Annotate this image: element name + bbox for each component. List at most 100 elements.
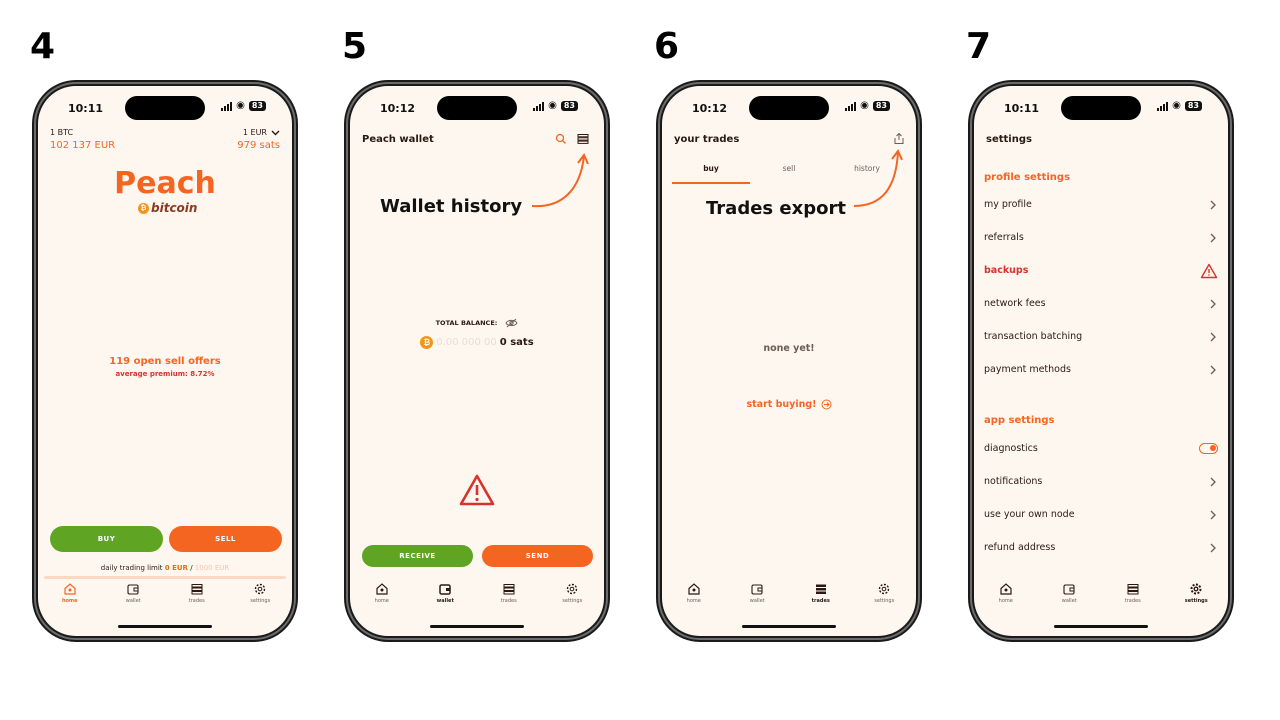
signal-icon xyxy=(221,101,233,111)
tab-settings[interactable]: settings xyxy=(859,582,909,616)
tab-wallet[interactable]: wallet xyxy=(420,582,470,616)
wifi-icon: ◉ xyxy=(860,100,869,111)
tab-trades[interactable]: trades xyxy=(484,582,534,616)
page-title: Peach wallet xyxy=(362,134,434,145)
tab-trades[interactable]: trades xyxy=(796,582,846,616)
step-number: 6 xyxy=(654,26,680,67)
settings-row-transaction-batching[interactable]: transaction batching xyxy=(984,320,1218,353)
open-offers: 119 open sell offers xyxy=(109,356,221,367)
tab-wallet[interactable]: wallet xyxy=(108,582,158,616)
limit-progress-bar xyxy=(44,576,286,579)
search-icon[interactable] xyxy=(555,133,567,145)
wallet-icon xyxy=(751,584,763,595)
gear-icon xyxy=(255,583,266,595)
tab-settings[interactable]: settings xyxy=(235,582,285,616)
step-number: 7 xyxy=(966,26,992,67)
sell-button[interactable]: SELL xyxy=(169,526,282,552)
settings-row-notifications[interactable]: notifications xyxy=(984,465,1218,498)
tab-trades[interactable]: trades xyxy=(172,582,222,616)
signal-icon xyxy=(533,101,545,111)
settings-row-network-fees[interactable]: network fees xyxy=(984,287,1218,320)
step-number: 5 xyxy=(342,26,368,67)
empty-state: none yet! xyxy=(763,343,815,354)
balance-value: 0 sats xyxy=(499,337,534,348)
buy-button[interactable]: BUY xyxy=(50,526,163,552)
diagnostics-toggle[interactable] xyxy=(1199,443,1218,454)
home-indicator xyxy=(430,625,524,628)
annotation-trades-export: Trades export xyxy=(706,198,846,219)
settings-row-own-node[interactable]: use your own node xyxy=(984,498,1218,531)
settings-row-my-profile[interactable]: my profile xyxy=(984,188,1218,221)
status-time: 10:12 xyxy=(380,102,416,115)
battery-icon: 83 xyxy=(1184,101,1202,111)
signal-icon xyxy=(1157,101,1169,111)
wallet-icon xyxy=(1063,584,1075,595)
eur-unit: 1 EUR xyxy=(242,128,267,137)
total-balance-label: TOTAL BALANCE: xyxy=(435,319,498,327)
btc-unit: 1 BTC xyxy=(50,128,74,137)
dynamic-island xyxy=(125,96,205,120)
status-icons: ◉ 83 xyxy=(845,101,890,111)
trades-icon xyxy=(191,584,203,595)
panel-wallet: 5 10:12 ◉ 83 Peach wallet Wallet history… xyxy=(342,0,622,720)
total-balance-row: TOTAL BALANCE: xyxy=(350,318,604,328)
section-app-settings: app settings xyxy=(984,415,1055,426)
status-time: 10:11 xyxy=(1004,102,1040,115)
home-icon xyxy=(64,583,76,595)
warning-icon xyxy=(1200,263,1218,278)
start-buying-link[interactable]: start buying! xyxy=(662,399,916,410)
warning-icon[interactable] xyxy=(458,473,496,507)
tab-wallet[interactable]: wallet xyxy=(732,582,782,616)
daily-limit: daily trading limit 0 EUR / 1000 EUR xyxy=(100,564,230,572)
tab-buy[interactable]: buy xyxy=(672,164,750,184)
settings-row-payment-methods[interactable]: payment methods xyxy=(984,353,1218,386)
balance-amount: ₿ 0.00 000 00 0 sats xyxy=(350,336,604,349)
tab-settings[interactable]: settings xyxy=(1171,582,1221,616)
gear-icon xyxy=(1190,583,1202,595)
tab-settings[interactable]: settings xyxy=(547,582,597,616)
gear-icon xyxy=(879,583,890,595)
tab-bar: home wallet trades settings xyxy=(662,582,916,616)
balance-placeholder: 0.00 000 00 xyxy=(436,337,497,348)
eur-sats: 979 sats xyxy=(237,140,280,151)
tab-wallet[interactable]: wallet xyxy=(1044,582,1094,616)
settings-row-backups[interactable]: backups xyxy=(984,254,1218,287)
settings-row-diagnostics[interactable]: diagnostics xyxy=(984,432,1218,465)
status-time: 10:12 xyxy=(692,102,728,115)
receive-button[interactable]: RECEIVE xyxy=(362,545,473,567)
tab-trades[interactable]: trades xyxy=(1108,582,1158,616)
settings-row-refund-address[interactable]: refund address xyxy=(984,531,1218,564)
chevron-right-icon xyxy=(1210,200,1216,209)
wallet-history-icon[interactable] xyxy=(577,133,589,145)
home-indicator xyxy=(742,625,836,628)
signal-icon xyxy=(845,101,857,111)
panel-settings: 7 10:11 ◉ 83 settings profile settings m… xyxy=(966,0,1246,720)
home-screen: 10:11 ◉ 83 1 BTC 102 137 EUR 1 EUR 979 s… xyxy=(38,86,292,636)
panel-trades: 6 10:12 ◉ 83 your trades buy sell histor… xyxy=(654,0,934,720)
tab-home[interactable]: home xyxy=(981,582,1031,616)
status-time: 10:11 xyxy=(68,102,104,115)
gear-icon xyxy=(567,583,578,595)
eye-off-icon[interactable] xyxy=(505,318,518,328)
chevron-right-icon xyxy=(1210,233,1216,242)
chevron-down-icon xyxy=(271,130,280,135)
tab-home[interactable]: home xyxy=(357,582,407,616)
settings-screen: 10:11 ◉ 83 settings profile settings my … xyxy=(974,86,1228,636)
trades-icon xyxy=(1127,584,1139,595)
tab-home[interactable]: home xyxy=(669,582,719,616)
status-icons: ◉ 83 xyxy=(533,101,578,111)
tab-sell[interactable]: sell xyxy=(750,164,828,184)
currency-selector[interactable]: 1 EUR xyxy=(243,128,280,137)
home-icon xyxy=(376,583,388,595)
export-icon[interactable] xyxy=(893,132,905,145)
trades-icon xyxy=(503,584,515,595)
bitcoin-icon: ₿ xyxy=(420,336,434,349)
dynamic-island xyxy=(437,96,517,120)
tab-home[interactable]: home xyxy=(45,582,95,616)
trades-icon xyxy=(815,584,826,594)
battery-icon: 83 xyxy=(560,101,578,111)
tab-bar: home wallet trades settings xyxy=(38,582,292,616)
phone-frame: 10:11 ◉ 83 1 BTC 102 137 EUR 1 EUR 979 s… xyxy=(32,80,298,642)
settings-row-referrals[interactable]: referrals xyxy=(984,221,1218,254)
send-button[interactable]: SEND xyxy=(482,545,593,567)
